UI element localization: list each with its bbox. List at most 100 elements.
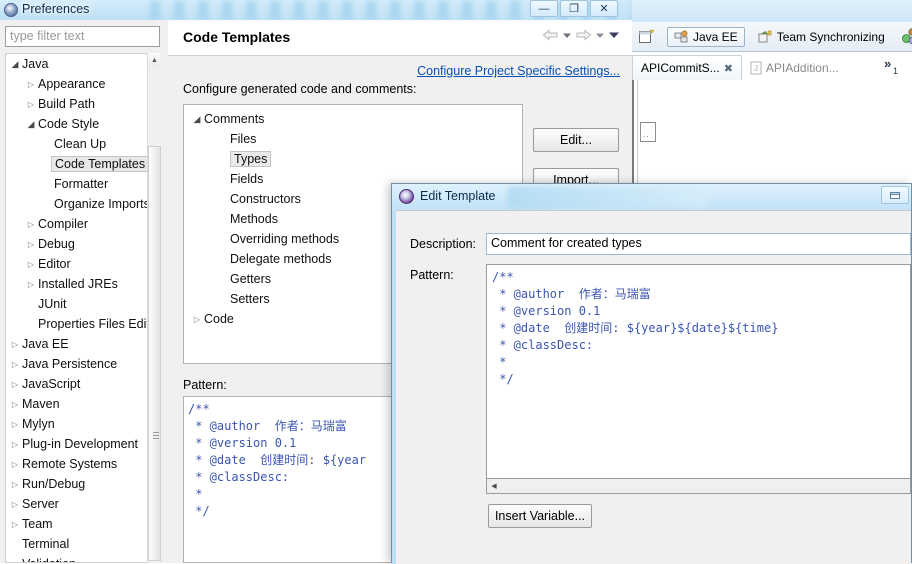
twisty-collapsed-icon[interactable]: ▷ (24, 80, 38, 89)
tree-item-junit[interactable]: JUnit (6, 294, 159, 314)
tree-item-label: Appearance (38, 77, 106, 91)
tab-overflow-count: 1 (893, 66, 899, 76)
tree-item-code-templates[interactable]: Code Templates (6, 154, 159, 174)
back-menu-chevron-down-icon[interactable] (562, 32, 572, 39)
scroll-left-icon[interactable]: ◀ (487, 480, 501, 493)
filter-input[interactable]: type filter text (5, 26, 160, 47)
insert-variable-button[interactable]: Insert Variable... (488, 504, 592, 528)
tree-item-organize-imports[interactable]: Organize Imports (6, 194, 159, 214)
twisty-collapsed-icon[interactable]: ▷ (8, 480, 22, 489)
page-menu-chevron-down-icon[interactable] (608, 31, 620, 39)
twisty-collapsed-icon[interactable]: ▷ (24, 220, 38, 229)
tree-item-server[interactable]: ▷ Server (6, 494, 159, 514)
preferences-tree-scrollbar[interactable]: ▲ (147, 53, 161, 563)
forward-menu-chevron-down-icon[interactable] (595, 32, 605, 39)
open-perspective-icon[interactable] (638, 29, 655, 45)
configure-project-specific-settings-link[interactable]: Configure Project Specific Settings... (417, 64, 620, 78)
twisty-expanded-icon[interactable]: ◢ (24, 119, 38, 130)
close-icon[interactable]: ✖ (724, 62, 733, 75)
tree-item-properties-files-editor[interactable]: Properties Files Editor (6, 314, 159, 334)
forward-arrow-icon[interactable] (575, 28, 592, 42)
tree-item-run-debug[interactable]: ▷ Run/Debug (6, 474, 159, 494)
twisty-collapsed-icon[interactable]: ▷ (8, 500, 22, 509)
editor-tab-apiaddition[interactable]: J APIAddition... (742, 55, 847, 80)
edit-template-dialog: Edit Template Description: Comment for c… (391, 183, 912, 564)
tree-item-code-style[interactable]: ◢ Code Style (6, 114, 159, 134)
code-span: : ${year (308, 453, 367, 467)
preferences-window-icon (4, 3, 18, 17)
twisty-collapsed-icon[interactable]: ▷ (8, 460, 22, 469)
twisty-expanded-icon[interactable]: ◢ (8, 59, 22, 70)
twisty-collapsed-icon[interactable]: ▷ (8, 440, 22, 449)
twisty-collapsed-icon[interactable]: ▷ (24, 240, 38, 249)
tree-item-label: Remote Systems (22, 457, 118, 471)
tree-item-clean-up[interactable]: Clean Up (6, 134, 159, 154)
tree-item-mylyn[interactable]: ▷ Mylyn (6, 414, 159, 434)
scrollbar-thumb[interactable] (148, 146, 161, 561)
perspective-button-java-ee[interactable]: Java EE (667, 26, 745, 47)
twisty-collapsed-icon[interactable]: ▷ (8, 400, 22, 409)
preferences-tree[interactable]: ◢ Java ▷ Appearance ▷ Build Path ◢ Code Style Cl… (5, 53, 160, 563)
tree-item-label: Build Path (38, 97, 95, 111)
template-item-types[interactable]: Types (184, 149, 522, 169)
close-button[interactable]: ✕ (590, 0, 618, 17)
tree-item-build-path[interactable]: ▷ Build Path (6, 94, 159, 114)
tree-item-label: Java (22, 57, 49, 71)
perspective-button-team-sync[interactable]: Team Synchronizing (751, 27, 892, 47)
code-line: * @date 创建时间: ${year}${date}${time} (492, 320, 910, 337)
tree-item-appearance[interactable]: ▷ Appearance (6, 74, 159, 94)
description-input[interactable]: Comment for created types (486, 233, 911, 255)
editor-tab-apicommits[interactable]: APICommitS... ✖ (632, 55, 742, 80)
twisty-collapsed-icon[interactable]: ▷ (24, 280, 38, 289)
preferences-titlebar[interactable]: Preferences — ❐ ✕ (0, 0, 632, 20)
tree-item-java[interactable]: ◢ Java (6, 54, 159, 74)
tab-overflow-chevron[interactable]: » (884, 56, 891, 71)
code-line: */ (492, 371, 910, 388)
tree-item-terminal[interactable]: Terminal (6, 534, 159, 554)
twisty-expanded-icon[interactable]: ◢ (190, 114, 204, 125)
tree-item-label: Organize Imports (54, 197, 150, 211)
tree-item-javascript[interactable]: ▷ JavaScript (6, 374, 159, 394)
tree-item-compiler[interactable]: ▷ Compiler (6, 214, 159, 234)
code-span: 作者：马瑞富 (578, 287, 651, 301)
tree-item-remote-systems[interactable]: ▷ Remote Systems (6, 454, 159, 474)
tree-item-java-ee[interactable]: ▷ Java EE (6, 334, 159, 354)
twisty-collapsed-icon[interactable]: ▷ (24, 100, 38, 109)
team-members-icon[interactable] (900, 27, 912, 47)
twisty-collapsed-icon[interactable]: ▷ (24, 260, 38, 269)
edit-button[interactable]: Edit... (533, 128, 619, 152)
twisty-collapsed-icon[interactable]: ▷ (8, 340, 22, 349)
pattern-label: Pattern: (183, 378, 227, 392)
dialog-minimize-button[interactable] (881, 186, 909, 204)
tree-item-java-persistence[interactable]: ▷ Java Persistence (6, 354, 159, 374)
team-sync-perspective-icon (758, 30, 773, 44)
maximize-button[interactable]: ❐ (560, 0, 588, 17)
tree-item-validation[interactable]: Validation (6, 554, 159, 562)
template-item-files[interactable]: Files (184, 129, 522, 149)
code-line: * @classDesc: (492, 337, 910, 354)
twisty-collapsed-icon[interactable]: ▷ (8, 360, 22, 369)
template-item-comments[interactable]: ◢ Comments (184, 109, 522, 129)
back-arrow-icon[interactable] (542, 28, 559, 42)
tree-item-editor[interactable]: ▷ Editor (6, 254, 159, 274)
twisty-collapsed-icon[interactable]: ▷ (8, 520, 22, 529)
tree-item-installed-jres[interactable]: ▷ Installed JREs (6, 274, 159, 294)
tree-item-label: Debug (38, 237, 75, 251)
code-line: * @author 作者：马瑞富 (492, 286, 910, 303)
tree-item-maven[interactable]: ▷ Maven (6, 394, 159, 414)
tree-item-plug-in-development[interactable]: ▷ Plug-in Development (6, 434, 159, 454)
twisty-collapsed-icon[interactable]: ▷ (8, 380, 22, 389)
edit-template-dialog-icon (399, 189, 414, 204)
code-span: * @version 0.1 (188, 436, 297, 450)
tree-item-debug[interactable]: ▷ Debug (6, 234, 159, 254)
edit-template-titlebar[interactable]: Edit Template (392, 184, 911, 210)
tree-item-label: Java Persistence (22, 357, 118, 371)
twisty-collapsed-icon[interactable]: ▷ (8, 420, 22, 429)
tree-item-team[interactable]: ▷ Team (6, 514, 159, 534)
pattern-editor[interactable]: /** * @author 作者：马瑞富 * @version 0.1 * @d… (486, 264, 911, 479)
scroll-up-icon[interactable]: ▲ (148, 53, 161, 68)
pattern-editor-hscrollbar[interactable]: ◀ (486, 479, 911, 494)
tree-item-formatter[interactable]: Formatter (6, 174, 159, 194)
minimize-button[interactable]: — (530, 0, 558, 17)
twisty-collapsed-icon[interactable]: ▷ (190, 315, 204, 324)
